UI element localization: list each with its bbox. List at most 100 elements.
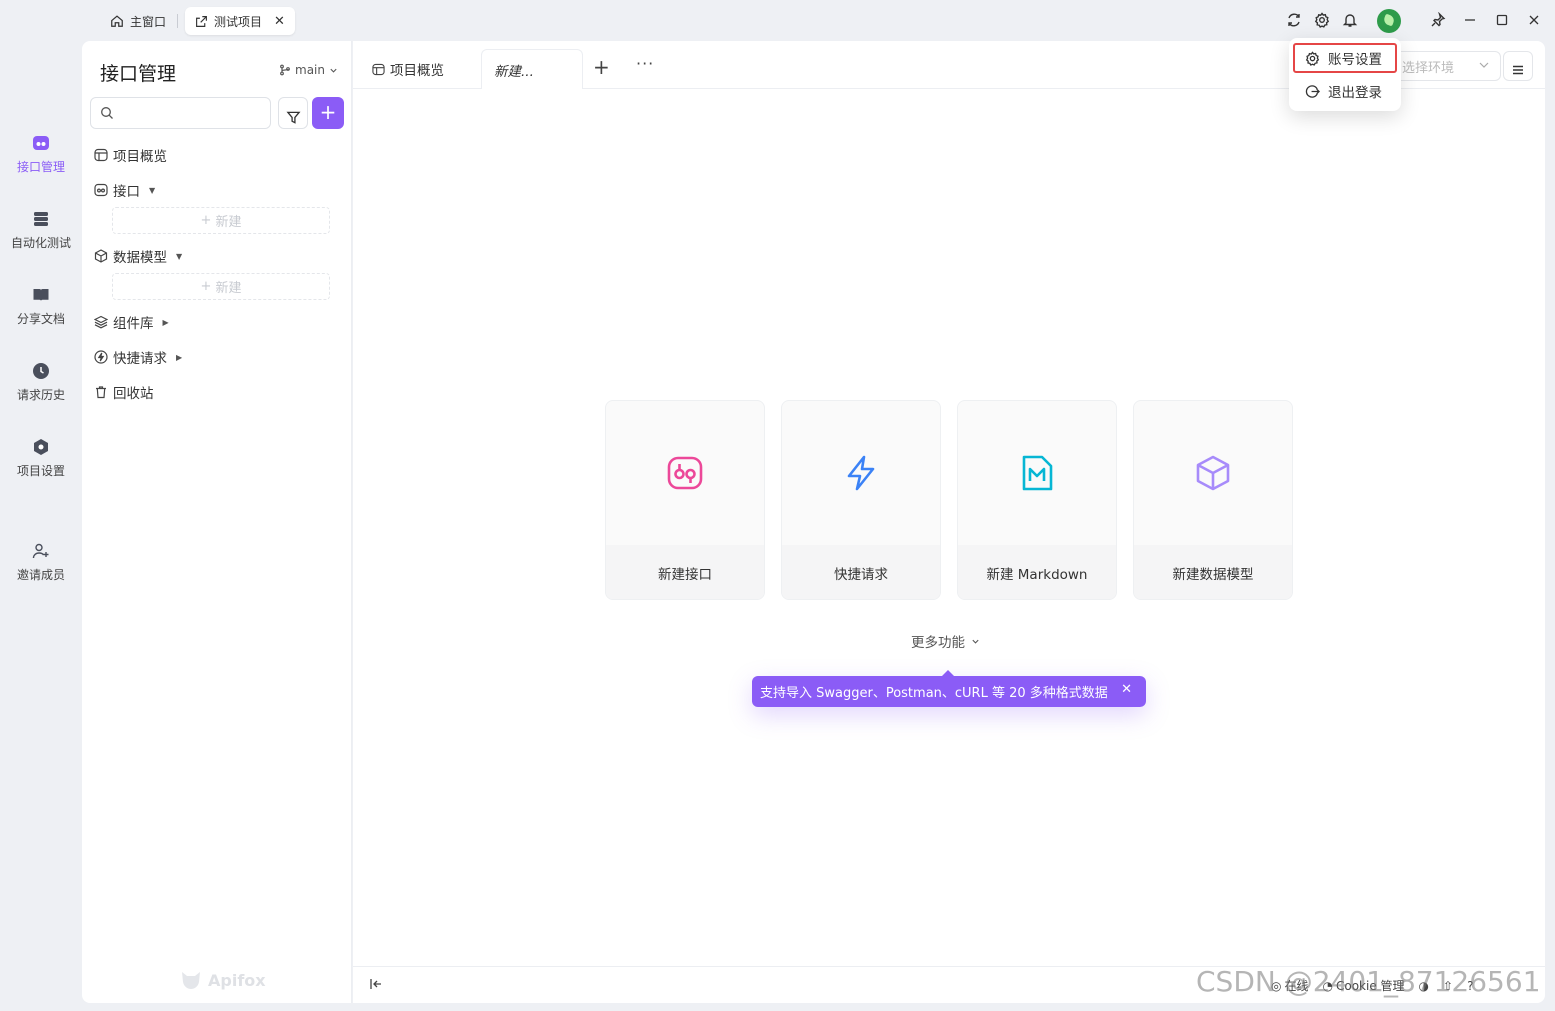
search-icon — [100, 106, 114, 120]
window-tab-label: 测试项目 — [214, 14, 263, 29]
hamburger-icon — [1511, 63, 1525, 77]
tab-label: 新建... — [494, 63, 534, 80]
card-label: 新建接口 — [606, 545, 764, 599]
tab-new[interactable]: 新建... — [481, 49, 583, 89]
card-icon-area — [606, 401, 764, 545]
chevron-down-icon — [329, 66, 338, 75]
tree-item-data-models[interactable]: 数据模型 ▼ — [94, 246, 182, 266]
layout-icon — [372, 63, 385, 76]
card-quick-request[interactable]: 快捷请求 — [781, 400, 941, 600]
lightning-icon — [842, 454, 880, 492]
markdown-icon — [1018, 454, 1056, 492]
environment-select[interactable]: 选择环境 — [1393, 51, 1501, 81]
search-input[interactable] — [90, 97, 271, 129]
external-link-icon — [195, 15, 208, 28]
tree-item-components[interactable]: 组件库 ▶ — [94, 312, 169, 332]
branch-selector[interactable]: main — [279, 63, 338, 77]
card-new-data-model[interactable]: 新建数据模型 — [1133, 400, 1293, 600]
tooltip-text: 支持导入 Swagger、Postman、cURL 等 20 多种格式数据 — [760, 686, 1108, 701]
rail-item-request-history[interactable]: 请求历史 — [0, 362, 82, 403]
card-label: 新建数据模型 — [1134, 545, 1292, 599]
rail-item-share-docs[interactable]: 分享文档 — [0, 286, 82, 327]
menu-item-label: 退出登录 — [1328, 85, 1382, 101]
rail-item-label: 自动化测试 — [10, 236, 71, 250]
maximize-icon[interactable] — [1493, 11, 1511, 29]
branch-icon — [279, 64, 291, 76]
card-icon-area — [1134, 401, 1292, 545]
stack-icon — [32, 210, 50, 228]
avatar[interactable] — [1377, 9, 1401, 33]
gear-icon — [1305, 50, 1320, 66]
rail-item-invite-members[interactable]: 邀请成员 — [0, 542, 82, 583]
caret-down-icon[interactable]: ▼ — [149, 186, 155, 195]
plus-icon: + — [200, 279, 212, 294]
tree-item-label: 接口 — [113, 184, 140, 200]
tree-item-recycle-bin[interactable]: 回收站 — [94, 382, 154, 402]
window-tab-main[interactable]: 主窗口 — [100, 7, 176, 35]
tree-item-quick-requests[interactable]: 快捷请求 ▶ — [94, 347, 182, 367]
rail-item-api-management[interactable]: 接口管理 — [0, 134, 82, 175]
close-window-icon[interactable] — [1525, 11, 1543, 29]
caret-down-icon[interactable]: ▼ — [176, 252, 182, 261]
minimize-icon[interactable] — [1461, 11, 1479, 29]
quick-create-cards: 新建接口 快捷请求 新建 Markdown 新建数据模型 — [605, 400, 1293, 600]
layers-icon — [94, 315, 108, 329]
card-label: 快捷请求 — [782, 545, 940, 599]
add-user-icon — [32, 542, 50, 560]
logout-icon — [1305, 84, 1320, 99]
tab-label: 项目概览 — [390, 63, 444, 79]
main-panel: 项目概览 新建... + ··· 选择环境 新建接口 快捷请求 新建 Markd… — [353, 41, 1545, 1003]
gear-icon[interactable] — [1313, 11, 1331, 29]
card-new-api[interactable]: 新建接口 — [605, 400, 765, 600]
account-dropdown: 账号设置 退出登录 — [1289, 38, 1401, 111]
menu-button[interactable] — [1503, 51, 1533, 81]
tab-divider — [177, 14, 178, 28]
api-icon — [666, 454, 704, 492]
menu-item-label: 账号设置 — [1328, 52, 1382, 68]
tree-item-label: 回收站 — [113, 386, 154, 402]
trash-icon — [94, 385, 108, 399]
cube-icon — [1194, 454, 1232, 492]
rail-item-label: 邀请成员 — [16, 568, 65, 582]
tree-item-label: 快捷请求 — [113, 351, 167, 367]
caret-right-icon[interactable]: ▶ — [176, 353, 182, 362]
close-icon[interactable]: ✕ — [274, 14, 285, 29]
rail-item-project-settings[interactable]: 项目设置 — [0, 438, 82, 479]
add-tab-button[interactable]: + — [593, 55, 610, 79]
filter-icon — [285, 110, 301, 125]
chevron-down-icon — [1478, 59, 1490, 71]
add-button[interactable]: + — [312, 97, 344, 129]
new-slot-label: 新建 — [215, 215, 242, 230]
left-rail: 接口管理 自动化测试 分享文档 请求历史 项目设置 邀请成员 — [0, 41, 82, 1011]
caret-right-icon[interactable]: ▶ — [163, 318, 169, 327]
refresh-icon[interactable] — [1285, 11, 1303, 29]
tree-item-overview[interactable]: 项目概览 — [94, 145, 167, 165]
rail-item-label: 接口管理 — [16, 160, 65, 174]
card-label: 新建 Markdown — [958, 545, 1116, 599]
title-bar: 主窗口 测试项目 ✕ — [0, 0, 1555, 41]
tree-item-api[interactable]: 接口 ▼ — [94, 180, 155, 200]
new-api-slot[interactable]: + 新建 — [112, 207, 330, 234]
apifox-logo-icon — [180, 970, 202, 990]
pin-icon[interactable] — [1429, 11, 1447, 29]
tree-item-label: 数据模型 — [113, 250, 167, 266]
rail-item-automation[interactable]: 自动化测试 — [0, 210, 82, 251]
sidebar: 接口管理 main + 项目概览 接口 ▼ + 新建 数据模型 ▼ + 新建 组… — [82, 41, 352, 1003]
close-icon[interactable]: ✕ — [1121, 682, 1132, 697]
window-tab-project[interactable]: 测试项目 ✕ — [185, 7, 295, 35]
more-tabs-button[interactable]: ··· — [636, 54, 654, 73]
new-model-slot[interactable]: + 新建 — [112, 273, 330, 300]
more-features-toggle[interactable]: 更多功能 — [911, 631, 980, 651]
book-icon — [32, 286, 50, 304]
watermark-text: CSDN @2401_87126561 — [1196, 965, 1541, 998]
account-settings-item[interactable]: 账号设置 — [1293, 43, 1397, 73]
tab-project-overview[interactable]: 项目概览 — [360, 49, 456, 89]
brand-name: Apifox — [208, 970, 266, 990]
bell-icon[interactable] — [1341, 11, 1359, 29]
chevron-down-icon — [971, 637, 980, 646]
branch-name: main — [295, 63, 325, 77]
card-new-markdown[interactable]: 新建 Markdown — [957, 400, 1117, 600]
filter-button[interactable] — [278, 97, 308, 129]
collapse-sidebar-icon[interactable] — [369, 977, 383, 991]
logout-item[interactable]: 退出登录 — [1293, 76, 1397, 106]
